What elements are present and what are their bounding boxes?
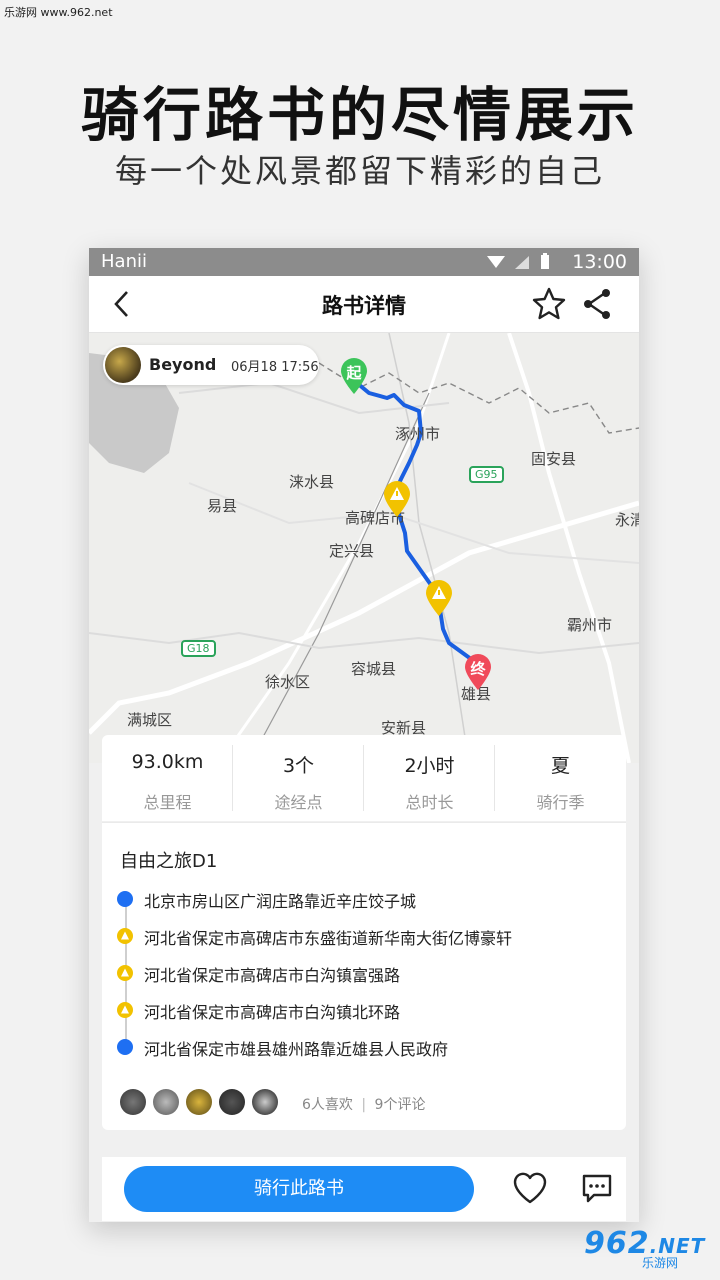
- stat-label: 总里程: [143, 793, 192, 812]
- warning-dot-icon: [117, 1002, 133, 1018]
- clock: 13:00: [572, 251, 627, 273]
- watermark-name: 乐游网: [642, 1256, 679, 1270]
- waypoint-item[interactable]: 河北省保定市高碑店市白沟镇北环路: [114, 998, 614, 1022]
- waypoint-item[interactable]: 河北省保定市高碑店市东盛街道新华南大街亿博豪轩: [114, 924, 614, 948]
- nav-bar: 路书详情: [89, 276, 639, 333]
- trip-stats: 93.0km 总里程 3个 途经点 2小时 总时长 夏 骑行季: [102, 735, 626, 821]
- avatar[interactable]: [219, 1089, 245, 1115]
- highway-badge: G18: [181, 640, 216, 657]
- map-label: 涿州市: [395, 425, 441, 443]
- avatar[interactable]: [105, 347, 141, 383]
- map-label: 涞水县: [289, 473, 335, 491]
- avatar[interactable]: [120, 1089, 146, 1115]
- stat-label: 骑行季: [536, 793, 585, 812]
- meta-separator: |: [361, 1097, 367, 1113]
- warning-dot-icon: [117, 928, 133, 944]
- author-name: Beyond: [149, 355, 217, 374]
- route-title: 自由之旅D1: [120, 851, 218, 872]
- map-label: 永清: [615, 511, 639, 529]
- map-label: 固安县: [531, 450, 577, 468]
- waypoint-item[interactable]: 河北省保定市雄县雄州路靠近雄县人民政府: [114, 1035, 614, 1059]
- waypoint-text: 北京市房山区广润庄路靠近辛庄饺子城: [144, 892, 417, 911]
- waypoint-text: 河北省保定市高碑店市白沟镇富强路: [144, 966, 401, 985]
- map-label: 定兴县: [329, 542, 375, 560]
- signal-battery-icon: [487, 253, 549, 269]
- map-label: 徐水区: [265, 673, 311, 691]
- stat-duration: 2小时 总时长: [364, 735, 495, 821]
- waypoint-pin-icon[interactable]: [382, 480, 412, 518]
- avatar[interactable]: [153, 1089, 179, 1115]
- route-card: 自由之旅D1 北京市房山区广润庄路靠近辛庄饺子城 河北省保定市高碑店市东盛街道新…: [102, 822, 626, 1130]
- heart-icon[interactable]: [512, 1171, 548, 1205]
- end-pin-label: 终: [470, 660, 486, 678]
- carrier-label: Hanii: [101, 251, 147, 272]
- map-label: 容城县: [351, 660, 397, 678]
- phone-screen: Hanii 13:00 路书详情 涿州市 固安县 涞水县 G95 易县 高碑店市…: [89, 248, 639, 1222]
- comment-icon[interactable]: [580, 1171, 614, 1205]
- waypoint-pin-icon[interactable]: [424, 579, 454, 617]
- map-label: 易县: [207, 497, 238, 515]
- waypoint-text: 河北省保定市高碑店市白沟镇北环路: [144, 1003, 401, 1022]
- stat-label: 总时长: [405, 793, 454, 812]
- stat-value: 93.0km: [131, 751, 204, 773]
- waypoint-text: 河北省保定市雄县雄州路靠近雄县人民政府: [144, 1040, 449, 1059]
- comments-count[interactable]: 9个评论: [375, 1097, 426, 1113]
- hero-subtitle: 每一个处风景都留下精彩的自己: [114, 152, 605, 190]
- stat-waypoints: 3个 途经点: [233, 735, 364, 821]
- likes-count[interactable]: 6人喜欢: [302, 1097, 353, 1113]
- watermark-logo: 962.NET 乐游网: [580, 1226, 712, 1270]
- avatar[interactable]: [186, 1089, 212, 1115]
- map-label: 满城区: [127, 711, 173, 729]
- endpoint-dot-icon: [117, 891, 133, 907]
- stat-season: 夏 骑行季: [495, 735, 626, 821]
- avatar[interactable]: [252, 1089, 278, 1115]
- status-bar: Hanii 13:00: [89, 248, 639, 276]
- stat-value: 2小时: [404, 755, 455, 777]
- stat-value: 3个: [282, 755, 315, 777]
- waypoint-item[interactable]: 北京市房山区广润庄路靠近辛庄饺子城: [114, 887, 614, 911]
- likes-row[interactable]: 6人喜欢 | 9个评论: [120, 1089, 600, 1117]
- start-pin-label: 起: [346, 364, 362, 382]
- waypoint-item[interactable]: 河北省保定市高碑店市白沟镇富强路: [114, 961, 614, 985]
- map-label: 霸州市: [567, 616, 613, 634]
- waypoint-text: 河北省保定市高碑店市东盛街道新华南大街亿博豪轩: [144, 929, 513, 948]
- stat-value: 夏: [550, 755, 570, 777]
- end-pin-icon[interactable]: 终: [463, 653, 493, 691]
- endpoint-dot-icon: [117, 1039, 133, 1055]
- highway-badge: G95: [469, 466, 504, 483]
- hero-title: 骑行路书的尽情展示: [80, 81, 639, 149]
- warning-dot-icon: [117, 965, 133, 981]
- start-pin-icon[interactable]: 起: [339, 357, 369, 395]
- action-bar: 骑行此路书: [102, 1157, 626, 1221]
- stat-label: 途经点: [274, 793, 323, 812]
- post-date: 06月18 17:56: [231, 360, 319, 375]
- watermark-site: 乐游网 www.962.net: [4, 6, 113, 19]
- author-chip[interactable]: Beyond 06月18 17:56: [103, 345, 319, 385]
- stat-distance: 93.0km 总里程: [102, 735, 233, 821]
- ride-route-button[interactable]: 骑行此路书: [124, 1166, 474, 1212]
- share-icon[interactable]: [581, 286, 613, 322]
- route-map[interactable]: 涿州市 固安县 涞水县 G95 易县 高碑店市 永清 定兴县 霸州市 G18 容…: [89, 333, 639, 763]
- star-icon[interactable]: [531, 286, 567, 322]
- likes-meta: 6人喜欢 | 9个评论: [302, 1094, 425, 1114]
